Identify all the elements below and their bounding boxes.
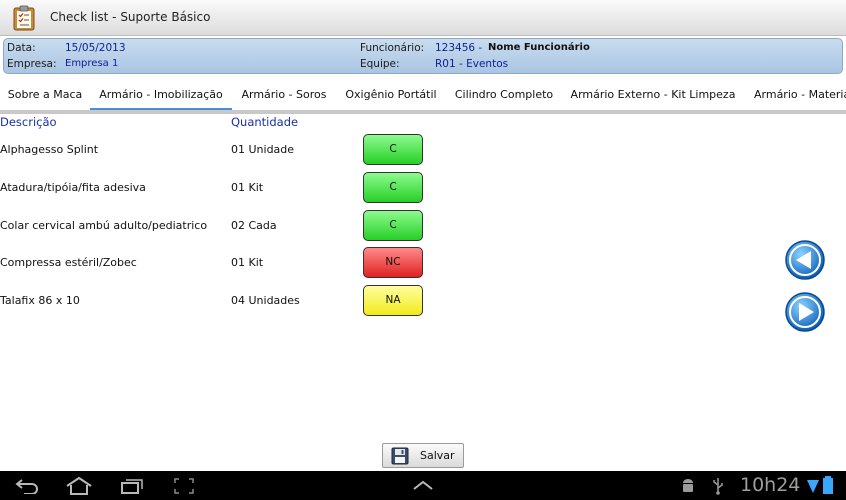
tab-label: Armário - Soros bbox=[241, 88, 327, 101]
item-quantity: 01 Unidade bbox=[231, 143, 295, 156]
date-label: Data: bbox=[7, 42, 36, 54]
company-label: Empresa: bbox=[7, 58, 57, 70]
recent-apps-icon[interactable] bbox=[120, 477, 144, 495]
column-header-description: Descrição bbox=[0, 115, 57, 129]
item-description: Alphagesso Splint bbox=[0, 143, 99, 156]
status-button[interactable]: NA bbox=[363, 285, 423, 316]
clipboard-checklist-icon bbox=[13, 5, 35, 31]
tab-label: Armário - Materia bbox=[754, 88, 846, 101]
list-item: Colar cervical ambú adulto/pediatrico 02… bbox=[0, 210, 846, 244]
tab-label: Cilindro Completo bbox=[454, 88, 554, 101]
item-description: Talafix 86 x 10 bbox=[0, 294, 80, 307]
list-item: Compressa estéril/Zobec 01 Kit NC bbox=[0, 247, 846, 281]
system-navigation-bar: 10h24 bbox=[0, 471, 846, 500]
tab-strip: Sobre a Maca Armário - Imobilização Armá… bbox=[0, 80, 846, 111]
back-icon[interactable] bbox=[14, 478, 40, 494]
wifi-icon bbox=[807, 480, 819, 493]
item-quantity: 01 Kit bbox=[231, 181, 264, 194]
item-description: Compressa estéril/Zobec bbox=[0, 256, 137, 269]
screenshot-icon[interactable] bbox=[173, 477, 195, 495]
tab-armario-externo-kit-limpeza[interactable]: Armário Externo - Kit Limpeza bbox=[562, 80, 744, 111]
system-clock: 10h24 bbox=[740, 474, 801, 496]
tab-armario-materia[interactable]: Armário - Materia bbox=[754, 80, 846, 111]
save-label: Salvar bbox=[420, 449, 455, 462]
tab-sobre-a-maca[interactable]: Sobre a Maca bbox=[0, 80, 90, 111]
tab-armario-imobilizacao[interactable]: Armário - Imobilização bbox=[90, 80, 232, 111]
item-quantity: 02 Cada bbox=[231, 219, 277, 232]
item-quantity: 04 Unidades bbox=[231, 294, 300, 307]
title-bar: Check list - Suporte Básico bbox=[0, 0, 846, 36]
save-button[interactable]: Salvar bbox=[382, 443, 464, 468]
status-button[interactable]: C bbox=[363, 210, 423, 241]
tab-label: Armário - Imobilização bbox=[99, 88, 223, 101]
status-button[interactable]: C bbox=[363, 172, 423, 203]
item-description: Atadura/tipóia/fita adesiva bbox=[0, 181, 146, 194]
item-quantity: 01 Kit bbox=[231, 256, 264, 269]
status-button[interactable]: C bbox=[363, 134, 423, 165]
employee-label: Funcionário: bbox=[360, 42, 425, 54]
floppy-disk-icon bbox=[391, 447, 409, 465]
tab-oxigenio-portatil[interactable]: Oxigênio Portátil bbox=[336, 80, 446, 111]
list-item: Alphagesso Splint 01 Unidade C bbox=[0, 134, 846, 168]
tab-label: Armário Externo - Kit Limpeza bbox=[570, 88, 736, 101]
list-item: Atadura/tipóia/fita adesiva 01 Kit C bbox=[0, 172, 846, 206]
window-title: Check list - Suporte Básico bbox=[50, 10, 211, 24]
battery-icon bbox=[823, 476, 833, 494]
list-item: Talafix 86 x 10 04 Unidades NA bbox=[0, 285, 846, 319]
android-debug-icon bbox=[683, 479, 693, 492]
status-button[interactable]: NC bbox=[363, 247, 423, 278]
tab-cilindro-completo[interactable]: Cilindro Completo bbox=[446, 80, 562, 111]
tab-armario-soros[interactable]: Armário - Soros bbox=[232, 80, 336, 111]
arrow-left-icon[interactable] bbox=[784, 240, 826, 280]
usb-icon bbox=[713, 478, 723, 495]
company-value: Empresa 1 bbox=[65, 58, 119, 69]
tab-label: Oxigênio Portátil bbox=[345, 88, 437, 101]
header-info-panel: Data: 15/05/2013 Empresa: Empresa 1 Func… bbox=[3, 38, 843, 74]
tab-divider bbox=[0, 110, 846, 114]
chevron-up-icon[interactable] bbox=[411, 479, 435, 491]
home-icon[interactable] bbox=[65, 476, 93, 496]
arrow-right-icon[interactable] bbox=[784, 292, 826, 332]
tab-label: Sobre a Maca bbox=[7, 88, 83, 101]
team-label: Equipe: bbox=[360, 58, 400, 70]
employee-id: 123456 - bbox=[435, 42, 483, 54]
item-description: Colar cervical ambú adulto/pediatrico bbox=[0, 219, 208, 232]
employee-name: Nome Funcionário bbox=[488, 42, 590, 53]
team-value: R01 - Eventos bbox=[435, 58, 509, 70]
column-header-quantity: Quantidade bbox=[231, 115, 299, 129]
date-value: 15/05/2013 bbox=[65, 42, 126, 54]
